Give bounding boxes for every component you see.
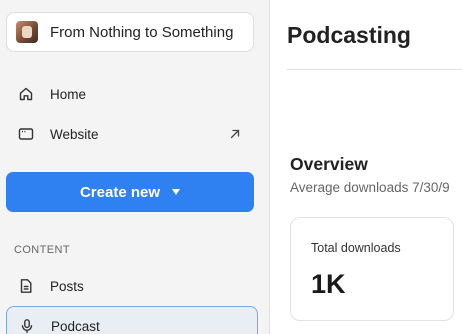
sidebar-item-podcast[interactable]: Podcast <box>6 306 258 334</box>
publication-switcher[interactable]: From Nothing to Something <box>6 12 254 52</box>
sidebar: From Nothing to Something Home Website C… <box>0 0 270 334</box>
sidebar-item-label: Podcast <box>51 318 100 334</box>
page-title: Podcasting <box>287 22 411 48</box>
publication-avatar <box>16 21 38 43</box>
create-new-button[interactable]: Create new <box>6 172 254 212</box>
microphone-icon <box>21 319 33 334</box>
divider <box>287 69 462 70</box>
app-root: From Nothing to Something Home Website C… <box>0 0 462 334</box>
browser-window-icon <box>18 128 34 140</box>
main-content: Podcasting Overview Average downloads 7/… <box>271 0 462 334</box>
stat-value: 1K <box>311 269 346 299</box>
total-downloads-card: Total downloads 1K <box>290 217 454 321</box>
overview-title: Overview <box>290 154 368 174</box>
overview-subtitle: Average downloads 7/30/9 <box>290 180 450 195</box>
create-new-label: Create new <box>79 183 161 201</box>
stat-label: Total downloads <box>311 241 401 255</box>
sidebar-item-label: Home <box>50 86 87 102</box>
arrow-up-right-icon <box>230 129 240 139</box>
sidebar-item-home[interactable]: Home <box>6 76 258 112</box>
sidebar-item-label: Posts <box>50 278 84 294</box>
caret-down-icon <box>172 189 181 195</box>
section-label-content: CONTENT <box>14 244 70 256</box>
sidebar-item-posts[interactable]: Posts <box>6 268 258 304</box>
document-icon <box>20 279 32 293</box>
home-icon <box>19 87 33 101</box>
sidebar-item-website[interactable]: Website <box>6 116 258 152</box>
sidebar-item-label: Website <box>50 126 99 142</box>
publication-name: From Nothing to Something <box>50 23 234 41</box>
